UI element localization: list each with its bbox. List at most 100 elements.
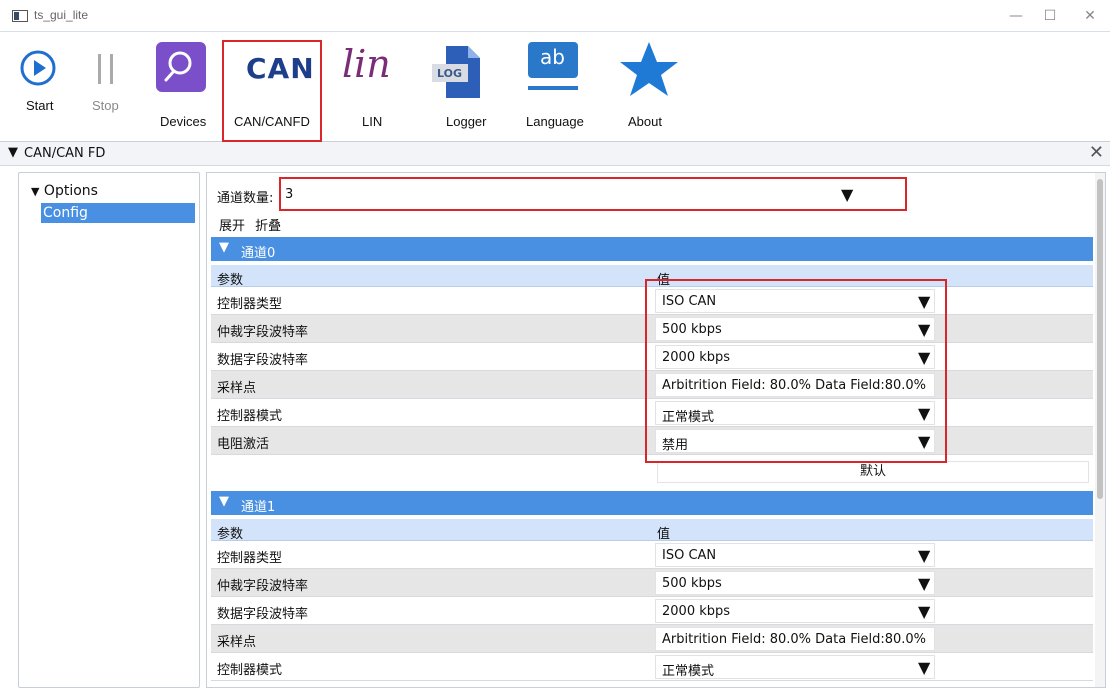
table-row: 控制器类型 ISO CAN ▼ (211, 541, 1093, 569)
default-button[interactable]: 默认 (657, 461, 1089, 483)
sample-point-field[interactable]: Arbitrition Field: 80.0% Data Field:80.0… (655, 627, 935, 651)
table-row: 控制器模式 正常模式 ▼ (211, 653, 1093, 681)
param-value: 2000 kbps (662, 350, 731, 365)
stop-label: Stop (92, 98, 119, 113)
start-label: Start (26, 98, 54, 113)
search-icon (156, 42, 206, 92)
minimize-button[interactable]: — (1006, 6, 1026, 26)
param-name: 控制器类型 (217, 297, 283, 312)
maximize-button[interactable]: ☐ (1040, 6, 1060, 26)
channel-0-title: 通道0 (241, 246, 276, 261)
can-canfd-label: CAN/CANFD (234, 114, 310, 129)
expand-triangle-icon: ▼ (31, 185, 40, 198)
stop-button[interactable]: Stop (82, 40, 132, 130)
table-row: 数据字段波特率 2000 kbps ▼ (211, 343, 1093, 371)
param-name: 采样点 (217, 635, 257, 650)
chevron-down-icon: ▼ (841, 185, 854, 204)
data-baud-select[interactable]: 2000 kbps ▼ (655, 599, 935, 623)
language-label: Language (526, 114, 584, 129)
options-tree: ▼ Options Config (18, 172, 200, 688)
window-title: ts_gui_lite (34, 8, 89, 22)
param-value: 2000 kbps (662, 604, 731, 619)
value-header: 值 (657, 527, 671, 542)
chevron-down-icon: ▼ (918, 320, 931, 339)
star-icon (620, 42, 678, 96)
lin-button[interactable]: lin LIN (336, 38, 416, 134)
arbitration-baud-select[interactable]: 500 kbps ▼ (655, 317, 935, 341)
about-button[interactable]: About (612, 38, 692, 134)
param-value: ISO CAN (662, 294, 717, 309)
pause-icon (98, 54, 113, 84)
param-value: 500 kbps (662, 322, 722, 337)
close-icon[interactable]: ✕ (1089, 142, 1104, 163)
collapse-triangle-icon[interactable]: ▼ (8, 145, 18, 160)
start-button[interactable]: Start (14, 40, 64, 130)
param-name: 仲裁字段波特率 (217, 579, 309, 594)
param-name: 数据字段波特率 (217, 607, 309, 622)
devices-button[interactable]: Devices (148, 38, 218, 134)
controller-type-select[interactable]: ISO CAN ▼ (655, 289, 935, 313)
lin-label: LIN (362, 114, 383, 129)
param-value: 正常模式 (662, 410, 715, 425)
param-name: 控制器模式 (217, 409, 283, 424)
channel-count-label: 通道数量: (217, 191, 274, 206)
resistor-select[interactable]: 禁用 ▼ (655, 429, 935, 453)
collapse-triangle-icon: ▼ (219, 494, 229, 509)
table-row: 仲裁字段波特率 500 kbps ▼ (211, 569, 1093, 597)
ab-text-icon: ab (540, 45, 565, 69)
table-row: 采样点 Arbitrition Field: 80.0% Data Field:… (211, 371, 1093, 399)
can-section-header[interactable]: ▼ CAN/CAN FD ✕ (0, 142, 1110, 166)
log-text-icon: LOG (437, 67, 462, 80)
channel-1-table: 参数 值 控制器类型 ISO CAN ▼ 仲裁字段波特率 500 kbps ▼ 数据… (211, 515, 1093, 687)
chevron-down-icon: ▼ (918, 292, 931, 311)
param-value: 正常模式 (662, 664, 715, 679)
config-panel: 通道数量: 3 ▼ 展开 折叠 ▼ 通道0 参数 值 控制器类型 ISO CAN… (206, 172, 1106, 688)
sample-point-field[interactable]: Arbitrition Field: 80.0% Data Field:80.0… (655, 373, 935, 397)
table-row: 控制器模式 正常模式 ▼ (211, 399, 1093, 427)
table-row: 采样点 Arbitrition Field: 80.0% Data Field:… (211, 625, 1093, 653)
expand-button[interactable]: 展开 (219, 219, 245, 234)
collapse-button[interactable]: 折叠 (255, 219, 281, 234)
controller-mode-select[interactable]: 正常模式 ▼ (655, 401, 935, 425)
scrollbar-thumb[interactable] (1097, 179, 1103, 499)
logger-label: Logger (446, 114, 487, 129)
channel-count-select[interactable]: 3 ▼ (279, 177, 907, 211)
channel-1-header[interactable]: ▼ 通道1 (211, 491, 1093, 515)
param-name: 采样点 (217, 381, 257, 396)
param-header: 参数 (217, 527, 244, 542)
close-window-button[interactable]: ✕ (1080, 6, 1100, 26)
controller-mode-select[interactable]: 正常模式 ▼ (655, 655, 935, 679)
param-value: Arbitrition Field: 80.0% Data Field:80.0… (662, 632, 926, 647)
vertical-scrollbar[interactable] (1095, 173, 1105, 687)
table-header: 参数 值 (211, 519, 1093, 542)
tree-item-options[interactable]: ▼ Options (31, 183, 98, 199)
controller-type-select[interactable]: ISO CAN ▼ (655, 543, 935, 567)
main-toolbar: Start Stop Devices CAN CAN/CANFD lin LIN (0, 32, 1110, 142)
devices-label: Devices (160, 114, 207, 129)
param-value: Arbitrition Field: 80.0% Data Field:80.0… (662, 378, 926, 393)
chevron-down-icon: ▼ (918, 348, 931, 367)
expand-collapse-row: 展开 折叠 (219, 215, 287, 234)
param-value: 禁用 (662, 438, 689, 453)
table-row: 控制器类型 ISO CAN ▼ (211, 287, 1093, 315)
can-logo-icon: CAN (246, 52, 315, 85)
tree-item-config[interactable]: Config (41, 203, 195, 223)
lin-logo-icon: lin (342, 42, 391, 86)
arbitration-baud-select[interactable]: 500 kbps ▼ (655, 571, 935, 595)
channel-0-table: 参数 值 控制器类型 ISO CAN ▼ 仲裁字段波特率 500 kbps ▼ 数据… (211, 261, 1093, 461)
chevron-down-icon: ▼ (918, 546, 931, 565)
channel-0-header[interactable]: ▼ 通道0 (211, 237, 1093, 261)
can-canfd-button[interactable]: CAN CAN/CANFD (224, 38, 322, 136)
data-baud-select[interactable]: 2000 kbps ▼ (655, 345, 935, 369)
language-button[interactable]: ab Language (518, 38, 598, 134)
channel-count-value: 3 (285, 187, 294, 202)
chevron-down-icon: ▼ (918, 602, 931, 621)
param-name: 电阻激活 (217, 437, 270, 452)
table-row: 电阻激活 禁用 ▼ (211, 427, 1093, 455)
chevron-down-icon: ▼ (918, 432, 931, 451)
title-bar: ts_gui_lite — ☐ ✕ (0, 0, 1110, 32)
table-row: 仲裁字段波特率 500 kbps ▼ (211, 315, 1093, 343)
channel-1-title: 通道1 (241, 500, 276, 515)
param-header: 参数 (217, 273, 244, 288)
logger-button[interactable]: LOG Logger (428, 38, 508, 134)
